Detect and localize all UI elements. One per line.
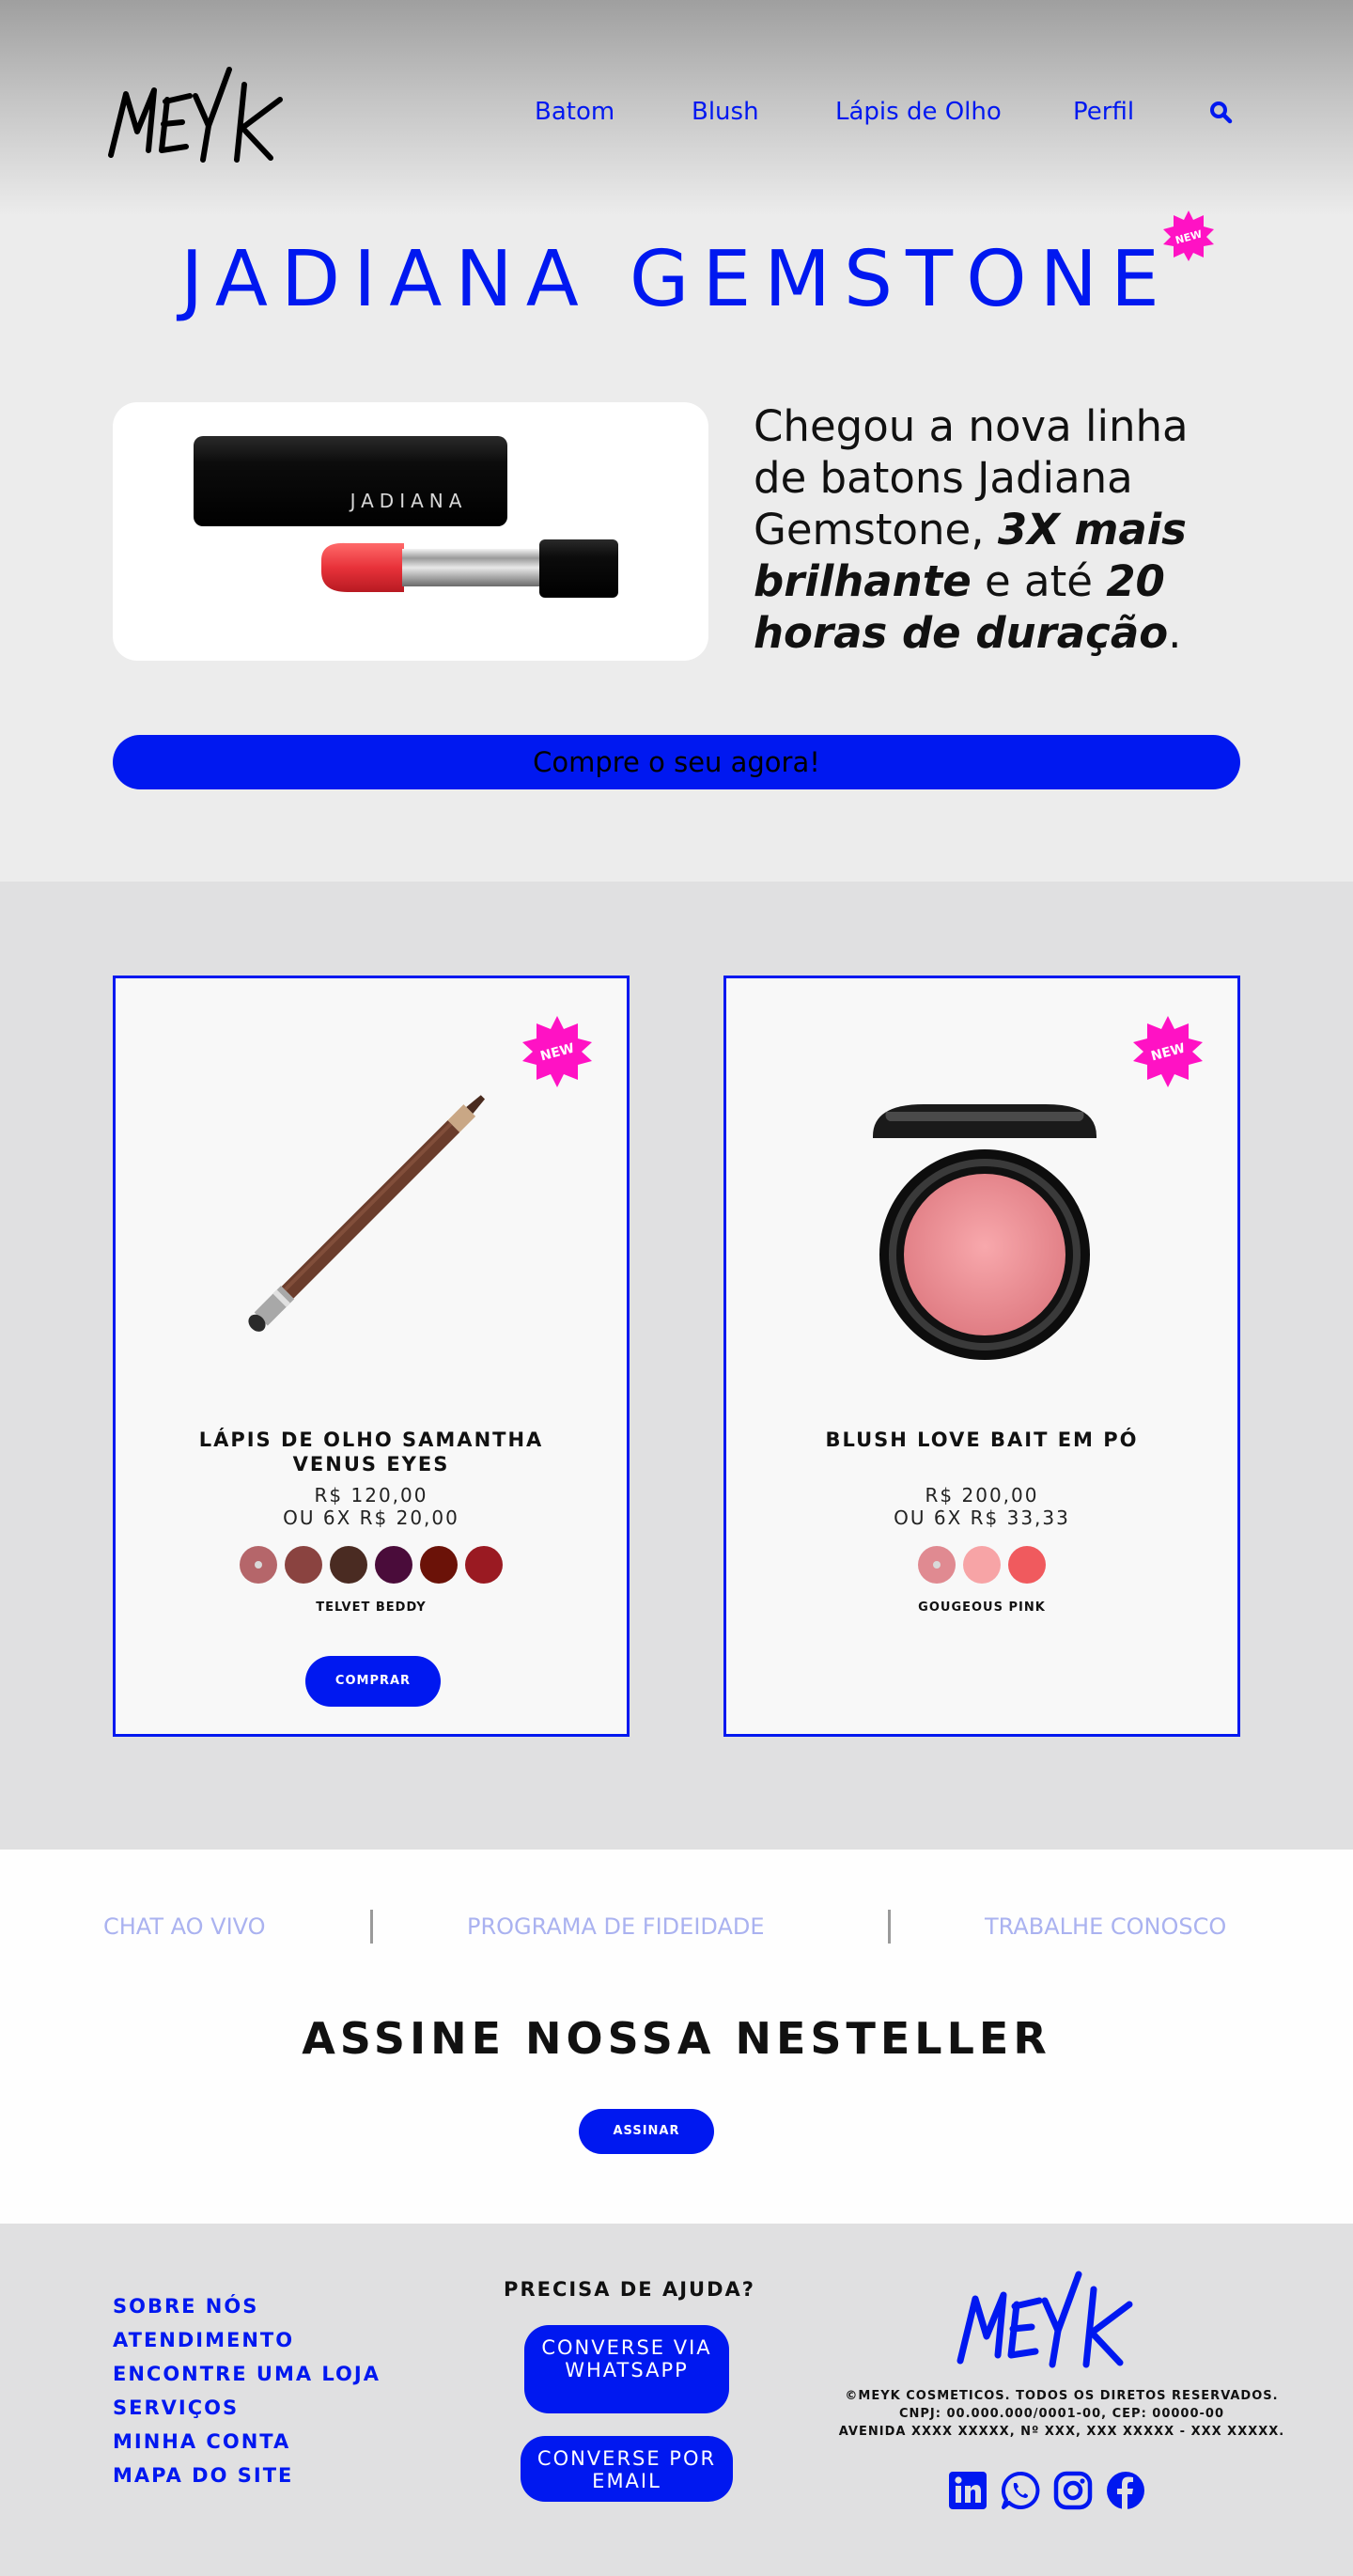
blush-compact-image xyxy=(873,1104,1096,1360)
product-card-eye-pencil[interactable]: NEW LÁPIS DE OLHO SAMANTHA VENUS EYES R$… xyxy=(113,976,630,1737)
footer-link-minha-conta[interactable]: MINHA CONTA xyxy=(113,2430,290,2453)
color-swatches xyxy=(116,1546,627,1584)
product-name: BLUSH LOVE BAIT EM PÓ xyxy=(825,1429,1139,1451)
new-badge: NEW xyxy=(1133,1016,1203,1087)
swatch[interactable] xyxy=(465,1546,503,1584)
legal-text: ©MEYK COSMETICOS. TODOS OS DIRETOS RESER… xyxy=(838,2389,1285,2439)
new-badge: NEW xyxy=(1161,209,1216,263)
linkedin-icon[interactable] xyxy=(947,2470,988,2511)
meyk-logo[interactable] xyxy=(105,56,293,169)
footer-link-mapa-do-site[interactable]: MAPA DO SITE xyxy=(113,2464,293,2487)
nav-blush[interactable]: Blush xyxy=(692,98,759,126)
hero-product-image: JADIANA xyxy=(113,402,708,661)
buy-button[interactable]: COMPRAR xyxy=(305,1656,441,1707)
eye-pencil-image xyxy=(248,1095,486,1332)
footer-link-sobre-nos[interactable]: SOBRE NÓS xyxy=(113,2295,258,2318)
swatch[interactable] xyxy=(240,1546,277,1584)
new-badge: NEW xyxy=(522,1016,592,1087)
product-price: R$ 200,00 OU 6X R$ 33,33 xyxy=(894,1484,1070,1529)
swatch[interactable] xyxy=(330,1546,367,1584)
product-price: R$ 120,00 OU 6X R$ 20,00 xyxy=(283,1484,459,1529)
meyk-logo[interactable] xyxy=(955,2263,1143,2374)
nav-lapis-de-olho[interactable]: Lápis de Olho xyxy=(835,98,1002,126)
product-card-blush[interactable]: NEW BLUSH LOVE BAIT EM PÓ R$ 200,00 OU 6… xyxy=(723,976,1240,1737)
color-swatches xyxy=(726,1546,1237,1584)
programa-fidelidade-link[interactable]: PROGRAMA DE FIDEIDADE xyxy=(467,1913,765,1940)
email-button[interactable]: CONVERSE POR EMAIL xyxy=(521,2436,733,2502)
swatch[interactable] xyxy=(1008,1546,1046,1584)
subscribe-button[interactable]: ASSINAR xyxy=(579,2109,714,2154)
whatsapp-button[interactable]: CONVERSE VIA WHATSAPP xyxy=(524,2325,729,2413)
search-icon[interactable] xyxy=(1208,100,1235,126)
hero-title: JADIANA GEMSTONE xyxy=(180,235,1173,324)
swatch[interactable] xyxy=(963,1546,1001,1584)
instagram-icon[interactable] xyxy=(1052,2470,1094,2511)
facebook-icon[interactable] xyxy=(1105,2470,1146,2511)
footer-link-encontre-loja[interactable]: ENCONTRE UMA LOJA xyxy=(113,2363,381,2385)
swatch[interactable] xyxy=(285,1546,322,1584)
swatch[interactable] xyxy=(375,1546,412,1584)
hero-description: Chegou a nova linha de batons Jadiana Ge… xyxy=(754,401,1189,658)
buy-now-button[interactable]: Compre o seu agora! xyxy=(113,735,1240,789)
product-name: LÁPIS DE OLHO SAMANTHA VENUS EYES xyxy=(198,1429,544,1475)
swatch[interactable] xyxy=(420,1546,458,1584)
nav-perfil[interactable]: Perfil xyxy=(1073,98,1134,126)
newsletter-title: ASSINE NOSSA NESTELLER xyxy=(302,2013,1051,2064)
divider xyxy=(370,1910,373,1944)
footer-link-servicos[interactable]: SERVIÇOS xyxy=(113,2396,239,2419)
help-title: PRECISA DE AJUDA? xyxy=(504,2278,755,2301)
selected-shade-name: TELVET BEDDY xyxy=(316,1600,427,1615)
swatch[interactable] xyxy=(918,1546,956,1584)
chat-ao-vivo-link[interactable]: CHAT AO VIVO xyxy=(103,1913,266,1940)
divider xyxy=(888,1910,891,1944)
footer-link-atendimento[interactable]: ATENDIMENTO xyxy=(113,2329,294,2351)
whatsapp-icon[interactable] xyxy=(1000,2470,1041,2511)
svg-text:JADIANA: JADIANA xyxy=(349,490,468,512)
selected-shade-name: GOUGEOUS PINK xyxy=(918,1600,1046,1615)
nav-batom[interactable]: Batom xyxy=(535,98,614,126)
trabalhe-conosco-link[interactable]: TRABALHE CONOSCO xyxy=(985,1913,1226,1940)
